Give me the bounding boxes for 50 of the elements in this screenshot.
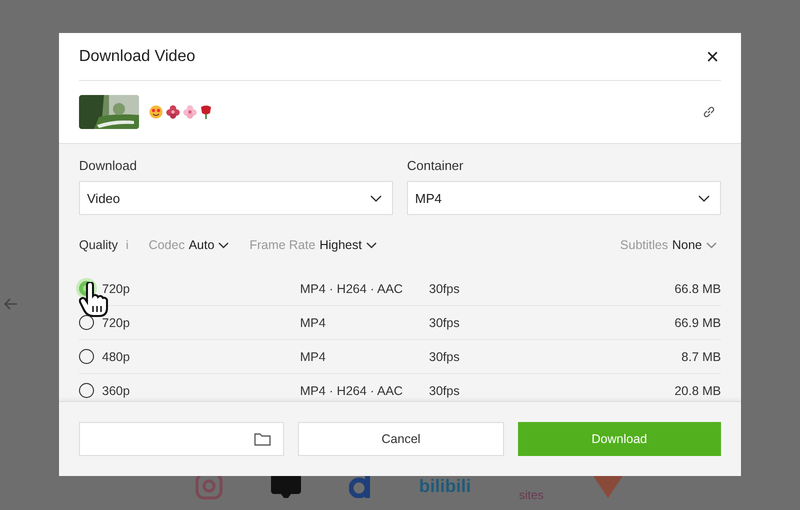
format-row[interactable]: 360p MP4 · H264 · AAC 30fps 20.8 MB [79,374,721,401]
bilibili-logo-text: bilibili [419,476,471,496]
format-text: MP4 [300,316,327,330]
format-text: MP4 [300,350,327,364]
quality-label: Quality [79,238,118,252]
format-row[interactable]: 480p MP4 30fps 8.7 MB [79,340,721,374]
chevron-down-icon [366,242,377,248]
chevron-down-icon [218,242,230,248]
field-label: Container [407,158,464,173]
fps-text: 30fps [429,384,461,398]
quality-text: 720p [102,316,131,330]
size-text: 20.8 MB [674,384,721,398]
quality-text: 360p [102,384,131,398]
smiling-face-icon [149,105,163,119]
cancel-button[interactable]: Cancel [298,422,504,456]
fps-text: 30fps [429,282,461,296]
chevron-down-icon [698,194,710,202]
radio-button[interactable] [79,383,94,398]
chevron-down-icon [370,194,382,202]
filter-dropdown[interactable]: Frame Rate Highest [249,238,377,252]
tv-logo-icon [271,474,301,498]
field-label: Download [79,158,138,173]
close-button[interactable]: × [704,46,721,68]
format-row[interactable]: 720p MP4 · H264 · AAC 30fps 66.8 MB [79,272,721,306]
dialog-title: Download Video [79,48,196,66]
back-arrow-icon [4,298,18,310]
link-icon[interactable] [702,105,716,119]
size-text: 66.9 MB [674,316,721,330]
size-text: 66.8 MB [674,282,721,296]
rose-icon [200,105,212,119]
select-field[interactable]: MP4 [407,181,721,215]
blossom-icon [183,105,197,119]
chevron-down-icon [706,242,717,248]
flower-icon [166,105,180,119]
radio-button[interactable] [79,349,94,364]
folder-icon[interactable] [254,432,272,446]
letter-logo-icon [349,474,371,498]
format-text: MP4 · H264 · AAC [300,384,404,398]
filter-dropdown[interactable]: Subtitles None [620,238,717,252]
format-row[interactable]: 720p MP4 30fps 66.9 MB [79,306,721,340]
format-text: MP4 · H264 · AAC [300,282,404,296]
quality-text: 480p [102,350,131,364]
fps-text: 30fps [429,350,461,364]
filter-dropdown[interactable]: Codec Auto [148,238,230,252]
fps-text: 30fps [429,316,461,330]
select-field[interactable]: Video [79,181,393,215]
radio-button[interactable] [79,315,94,330]
size-text: 8.7 MB [681,350,721,364]
quality-text: 720p [102,282,131,296]
folder-field[interactable] [79,422,284,456]
